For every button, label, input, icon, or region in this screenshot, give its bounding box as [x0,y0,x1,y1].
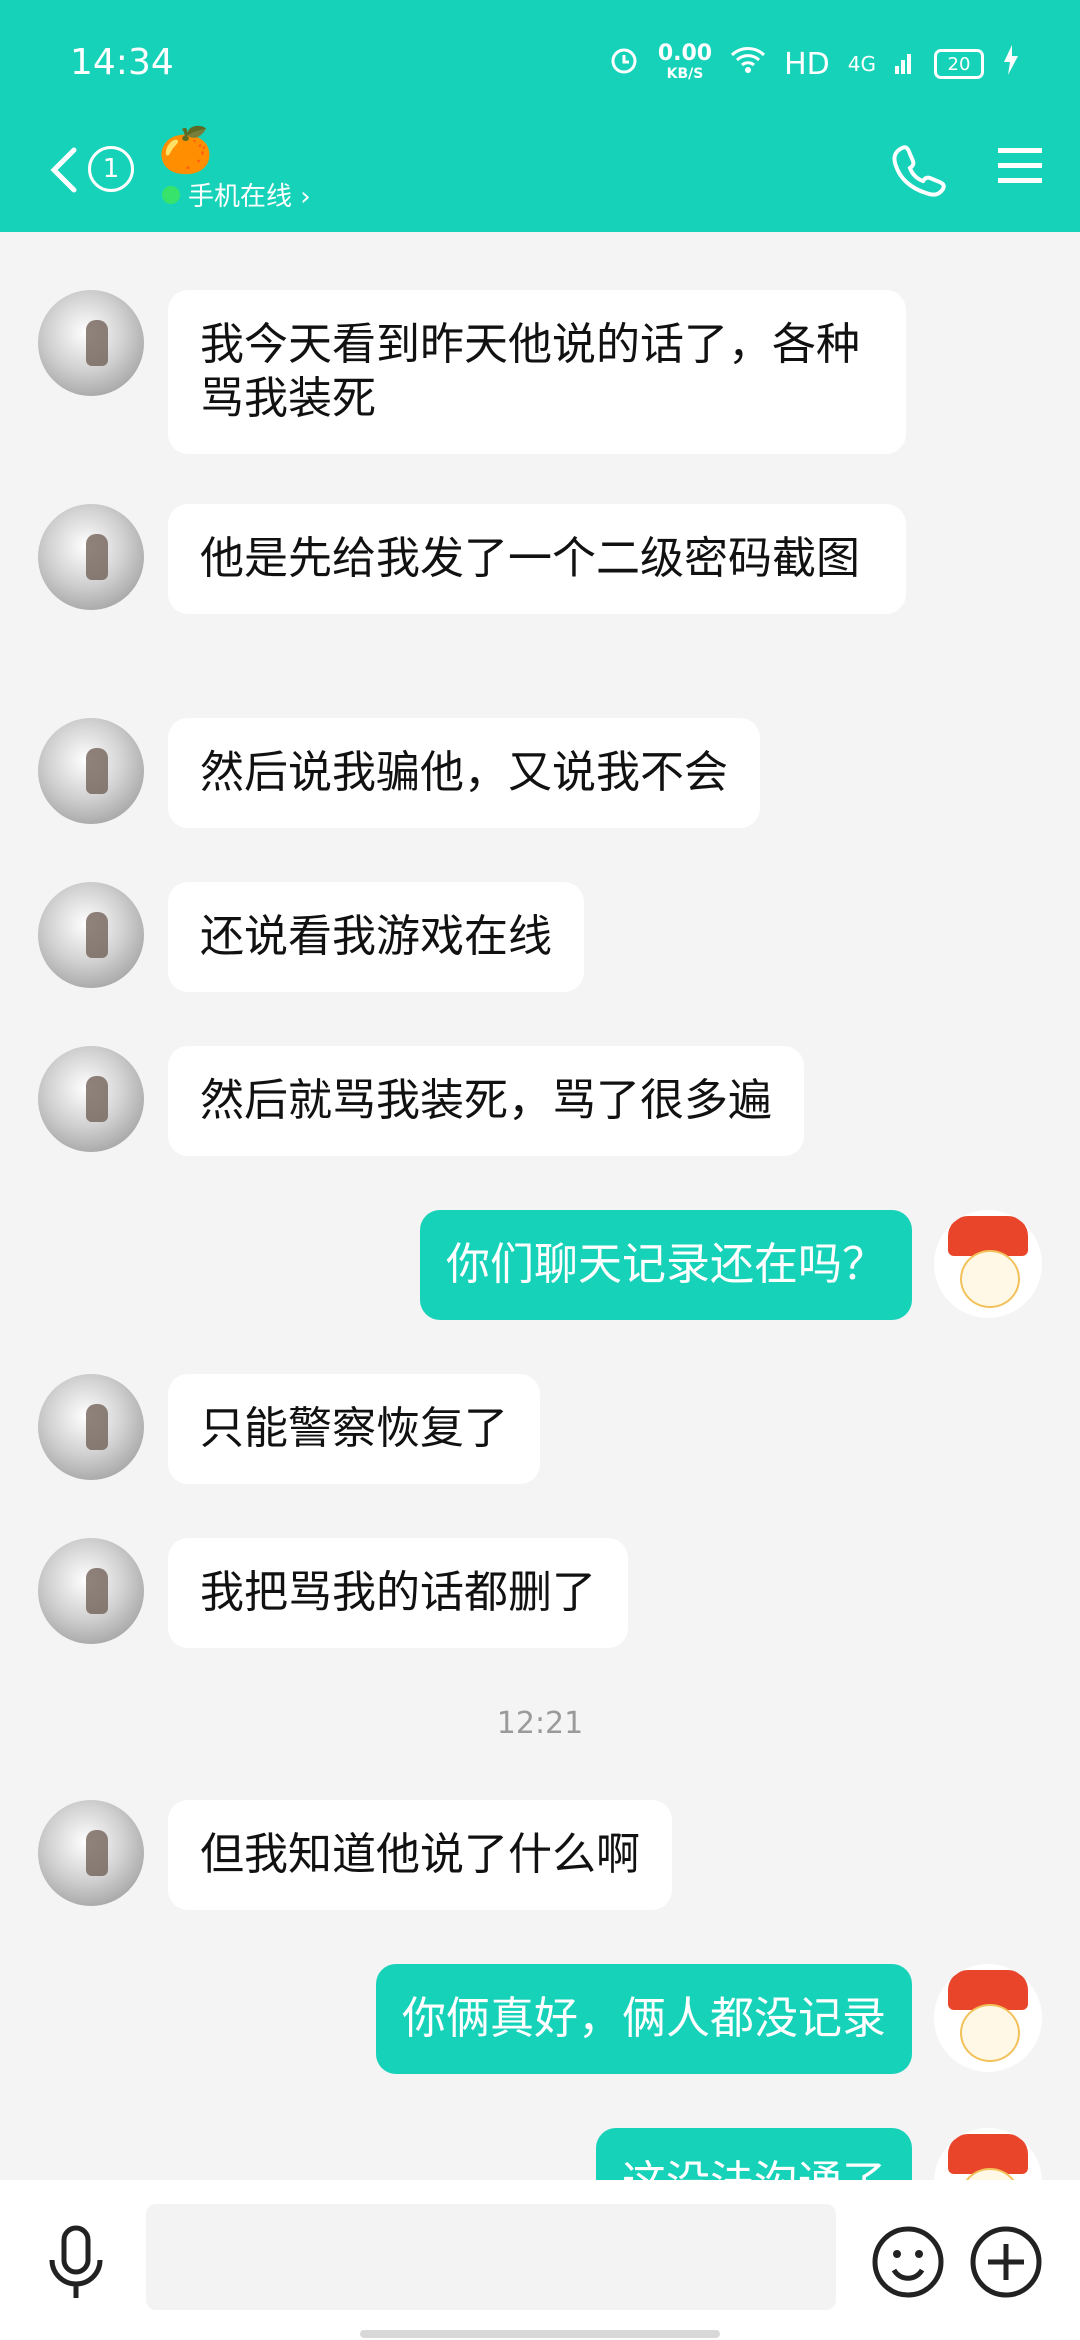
net-speed: 0.00 KB/S [657,41,713,84]
message-bubble[interactable]: 我把骂我的话都删了 [168,1538,628,1648]
message-input[interactable] [146,2204,836,2310]
message-bubble-self[interactable]: 你俩真好，俩人都没记录 [376,1964,912,2074]
timestamp: 12:21 [496,1706,584,1741]
microphone-icon[interactable] [44,2224,108,2304]
plus-icon[interactable] [968,2224,1044,2300]
net-speed-value: 0.00 [657,41,713,66]
contact-avatar[interactable] [38,1374,144,1480]
contact-avatar[interactable] [38,1046,144,1152]
input-bar [0,2180,1080,2340]
contact-avatar[interactable] [38,882,144,988]
back-arrow-icon[interactable] [44,140,84,200]
contact-avatar[interactable] [38,1538,144,1644]
contact-avatar[interactable] [38,290,144,396]
alarm-icon [608,44,640,84]
contact-avatar[interactable] [38,504,144,610]
self-avatar[interactable] [934,1210,1042,1318]
contact-avatar[interactable] [38,718,144,824]
message-bubble-self[interactable]: 你们聊天记录还在吗？ [420,1210,912,1320]
status-time: 14:34 [70,42,174,83]
message-bubble[interactable]: 但我知道他说了什么啊 [168,1800,672,1910]
message-bubble-self[interactable]: 这没法沟通了 [596,2128,912,2180]
message-list[interactable]: 我今天看到昨天他说的话了，各种骂我装死 他是先给我发了一个二级密码截图 然后说我… [0,232,1080,2180]
battery-indicator: 20 [934,49,984,79]
message-bubble[interactable]: 然后就骂我装死，骂了很多遍 [168,1046,804,1156]
signal-label: 4G [847,52,876,76]
wifi-icon [730,46,766,82]
menu-icon[interactable] [996,142,1044,190]
contact-avatar[interactable] [38,1800,144,1906]
nav-bar: 1 🍊 手机在线 › [0,125,1080,228]
self-avatar[interactable] [934,2128,1042,2180]
phone-icon[interactable] [888,140,948,200]
contact-name[interactable]: 🍊 [158,124,213,176]
message-bubble[interactable]: 然后说我骗他，又说我不会 [168,718,760,828]
chat-header: 14:34 0.00 KB/S HD 4G 20 1 🍊 手机在线 › [0,0,1080,232]
emoji-icon[interactable] [870,2224,946,2300]
unread-count-badge[interactable]: 1 [88,146,134,192]
signal-icon [894,46,916,82]
online-status[interactable]: 手机在线 › [162,176,311,213]
online-dot [162,185,180,204]
message-bubble[interactable]: 还说看我游戏在线 [168,882,584,992]
message-bubble[interactable]: 他是先给我发了一个二级密码截图 [168,504,906,614]
online-status-label: 手机在线 › [188,182,311,212]
message-bubble[interactable]: 只能警察恢复了 [168,1374,540,1484]
status-icons: 0.00 KB/S HD 4G 20 [608,41,1020,84]
charging-icon [1002,45,1020,83]
home-indicator [360,2330,720,2338]
net-speed-unit: KB/S [666,66,704,82]
message-bubble[interactable]: 我今天看到昨天他说的话了，各种骂我装死 [168,290,906,454]
hd-label: HD [784,46,830,82]
self-avatar[interactable] [934,1964,1042,2072]
